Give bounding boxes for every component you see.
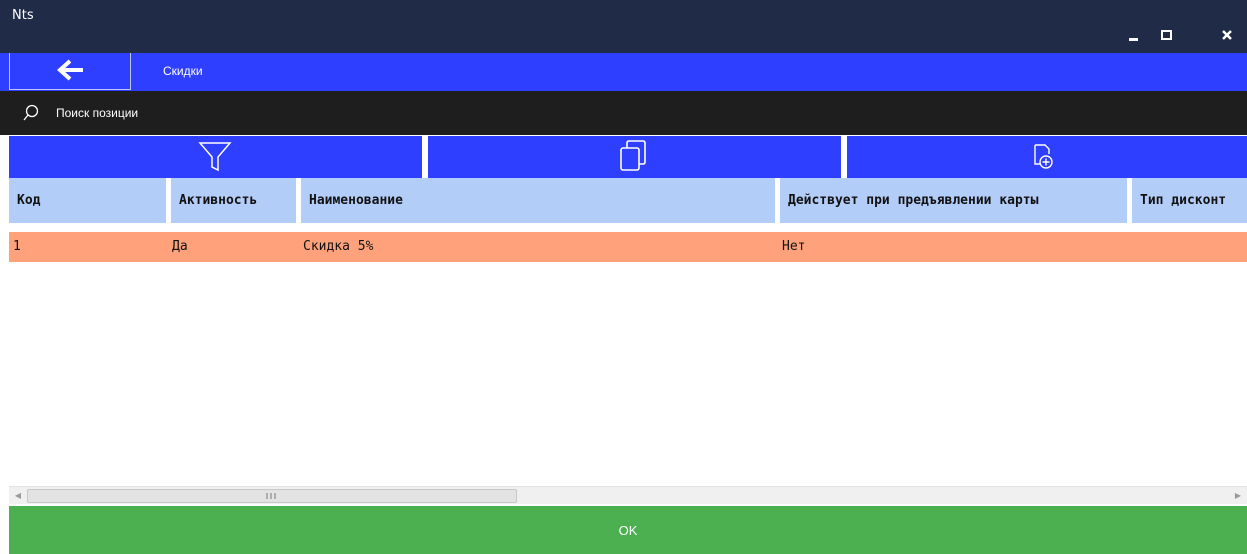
- cell-name: Скидка 5%: [303, 239, 374, 254]
- copy-icon: [620, 140, 646, 171]
- table-header: Код Активность Наименование Действует пр…: [9, 178, 1247, 223]
- horizontal-scrollbar[interactable]: ◀ ▶: [9, 486, 1247, 504]
- page-title: Скидки: [163, 64, 203, 78]
- maximize-icon: [1161, 30, 1172, 40]
- close-button[interactable]: [1210, 20, 1242, 52]
- add-button[interactable]: [847, 136, 1247, 178]
- column-header-discount-type[interactable]: Тип дисконт: [1132, 178, 1247, 223]
- scroll-left-icon[interactable]: ◀: [9, 487, 27, 505]
- column-header-card[interactable]: Действует при предъявлении карты: [780, 178, 1127, 223]
- scrollbar-thumb[interactable]: [27, 489, 517, 503]
- copy-button[interactable]: [428, 136, 841, 178]
- action-toolbar: [9, 136, 1247, 178]
- column-header-name[interactable]: Наименование: [301, 178, 775, 223]
- column-header-active[interactable]: Активность: [171, 178, 296, 223]
- table-row[interactable]: 1 Да Скидка 5% Нет: [9, 232, 1247, 262]
- filter-icon: [198, 142, 232, 172]
- nav-bar: Скидки: [0, 53, 1247, 91]
- maximize-button[interactable]: [1152, 20, 1184, 52]
- window-title: Nts: [12, 8, 34, 23]
- search-bar: [0, 91, 1247, 135]
- minimize-button[interactable]: [1120, 20, 1152, 52]
- back-button[interactable]: [9, 53, 131, 90]
- grip-icon: [266, 493, 276, 499]
- cell-active: Да: [172, 239, 188, 254]
- cell-card: Нет: [782, 239, 806, 254]
- column-header-code[interactable]: Код: [9, 178, 166, 223]
- search-input[interactable]: [56, 91, 456, 135]
- close-icon: [1222, 30, 1232, 40]
- filter-button[interactable]: [9, 136, 422, 178]
- add-document-icon: [1034, 144, 1053, 169]
- minimize-icon: [1129, 38, 1138, 41]
- cell-code: 1: [13, 239, 21, 254]
- search-icon: [23, 104, 39, 121]
- back-arrow-icon: [57, 59, 83, 81]
- title-bar: Nts: [0, 0, 1247, 53]
- scroll-right-icon[interactable]: ▶: [1229, 487, 1247, 505]
- ok-button[interactable]: OK: [9, 506, 1247, 554]
